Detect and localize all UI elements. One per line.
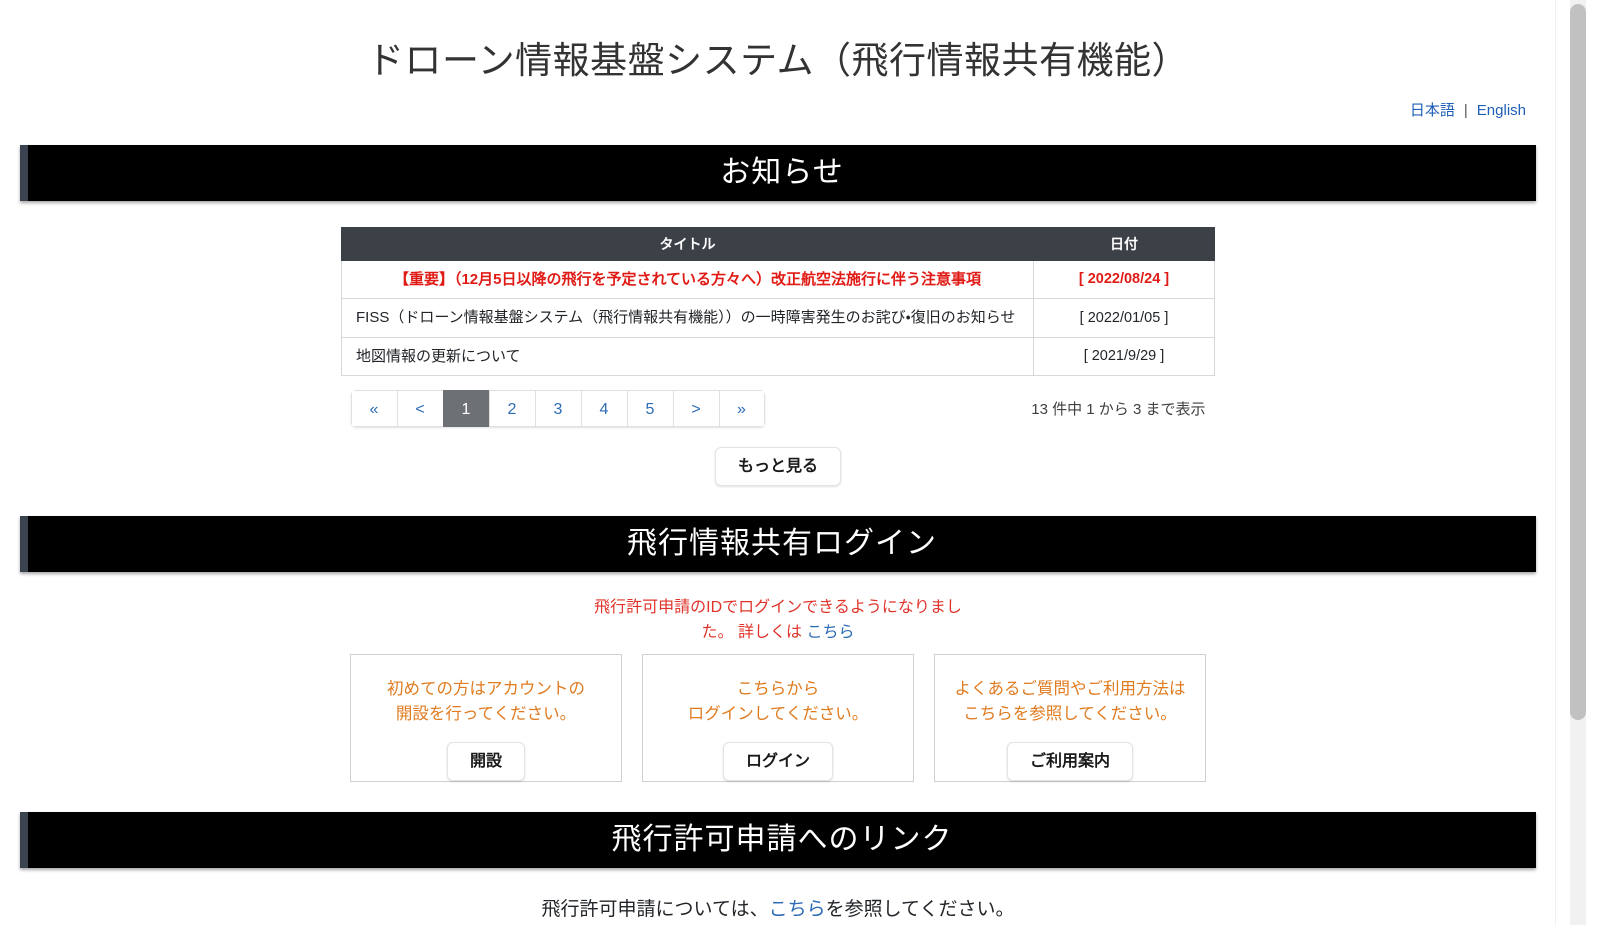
card-text-line1: こちらから	[736, 679, 820, 698]
pagination-page-4[interactable]: 4	[580, 389, 627, 427]
column-header-date: 日付	[1033, 227, 1215, 262]
card-text-line1: よくあるご質問やご利用方法は	[954, 679, 1186, 698]
pagination-next[interactable]: >	[672, 389, 719, 427]
pagination-last[interactable]: »	[718, 389, 765, 427]
login-button[interactable]: ログイン	[722, 741, 833, 781]
pagination-page-1[interactable]: 1	[442, 389, 489, 427]
pagination-prev[interactable]: <	[396, 389, 443, 427]
page-viewport: ドローン情報基盤システム（飛行情報共有機能） 日本語 | English お知らせ …	[0, 0, 1556, 925]
page-title: ドローン情報基盤システム（飛行情報共有機能）	[366, 40, 1190, 81]
card-text-line2: こちらを参照してください。	[963, 705, 1177, 724]
notice-date-cell: [ 2022/08/24 ]	[1033, 260, 1215, 300]
language-switcher: 日本語 | English	[0, 85, 1556, 120]
notice-table: タイトル 日付 【重要】（12月5日以降の飛行を予定されている方々へ）改正航空法…	[341, 227, 1215, 376]
pagination-count-text: 13 件中 1 から 3 まで表示	[1031, 400, 1206, 418]
login-notice-link[interactable]: こちら	[806, 624, 854, 641]
pagination-first[interactable]: «	[350, 389, 397, 427]
page-scrollbar[interactable]	[1555, 0, 1600, 925]
section-header-notice: お知らせ	[20, 145, 1536, 202]
pagination-prev-icon[interactable]: <	[396, 389, 443, 427]
card-guide: よくあるご質問やご利用方法は こちらを参照してください。 ご利用案内	[934, 653, 1206, 782]
open-account-button[interactable]: 開設	[446, 741, 525, 781]
pagination-page-2[interactable]: 2	[488, 389, 535, 427]
pagination-next-icon[interactable]: >	[672, 389, 719, 427]
login-notice-line1: 飛行許可申請のIDでログインできるよ	[594, 599, 866, 617]
card-account-open: 初めての方はアカウントの 開設を行ってください。 開設	[350, 653, 622, 782]
pagination-first-icon[interactable]: «	[350, 389, 397, 427]
table-row[interactable]: 地図情報の更新について [ 2021/9/29 ]	[341, 336, 1215, 376]
card-login: こちらから ログインしてください。 ログイン	[642, 653, 914, 782]
section-header-permit-link: 飛行許可申請へのリンク	[20, 811, 1536, 868]
table-row[interactable]: 【重要】（12月5日以降の飛行を予定されている方々へ）改正航空法施行に伴う注意事…	[341, 260, 1215, 300]
notice-area: タイトル 日付 【重要】（12月5日以降の飛行を予定されている方々へ）改正航空法…	[0, 201, 1556, 487]
table-header-row: タイトル 日付	[341, 227, 1215, 262]
login-notice-text: 飛行許可申請のIDでログインできるようになりました。 詳しくは こちら	[588, 572, 968, 646]
permit-link[interactable]: こちら	[769, 899, 826, 920]
card-text-line2: ログインしてください。	[687, 705, 869, 724]
permit-text-after: を参照してください。	[825, 898, 1015, 920]
card-guide-text: よくあるご質問やご利用方法は こちらを参照してください。	[945, 677, 1195, 728]
card-login-text: こちらから ログインしてください。	[653, 677, 903, 728]
pagination-page-3[interactable]: 3	[534, 389, 581, 427]
lang-separator: |	[1463, 102, 1468, 120]
notice-title-cell[interactable]: 地図情報の更新について	[341, 336, 1034, 376]
usage-guide-button[interactable]: ご利用案内	[1006, 741, 1133, 781]
lang-japanese-link[interactable]: 日本語	[1410, 102, 1455, 119]
scrollbar-thumb[interactable]	[1570, 4, 1586, 720]
notice-title-cell[interactable]: FISS（ドローン情報基盤システム（飛行情報共有機能））の一時障害発生のお詫び・…	[341, 298, 1034, 338]
more-button-wrap: もっと見る	[0, 427, 1556, 487]
permit-text-before: 飛行許可申請については、	[541, 898, 769, 920]
pagination-page-5[interactable]: 5	[626, 389, 673, 427]
notice-date-cell: [ 2022/01/05 ]	[1033, 298, 1215, 338]
pagination-row: « < 1 2 3 4 5 > » 13 件中 1 から 3 まで表示	[350, 389, 1206, 427]
pagination-last-icon[interactable]: »	[718, 389, 765, 427]
card-text-line1: 初めての方はアカウントの	[387, 679, 585, 698]
lang-english-link[interactable]: English	[1477, 102, 1526, 119]
column-header-title: タイトル	[341, 227, 1034, 262]
show-more-button[interactable]: もっと見る	[714, 446, 841, 487]
table-row[interactable]: FISS（ドローン情報基盤システム（飛行情報共有機能））の一時障害発生のお詫び・…	[341, 298, 1215, 338]
pagination: « < 1 2 3 4 5 > »	[350, 389, 765, 427]
card-account-open-text: 初めての方はアカウントの 開設を行ってください。	[361, 677, 611, 728]
card-text-line2: 開設を行ってください。	[395, 705, 577, 724]
permit-link-text: 飛行許可申請については、こちらを参照してください。	[0, 868, 1556, 925]
notice-title-cell[interactable]: 【重要】（12月5日以降の飛行を予定されている方々へ）改正航空法施行に伴う注意事…	[341, 260, 1034, 300]
section-header-login: 飛行情報共有ログイン	[20, 516, 1536, 573]
login-cards: 初めての方はアカウントの 開設を行ってください。 開設 こちらから ログインして…	[0, 653, 1556, 782]
notice-date-cell: [ 2021/9/29 ]	[1033, 336, 1215, 376]
